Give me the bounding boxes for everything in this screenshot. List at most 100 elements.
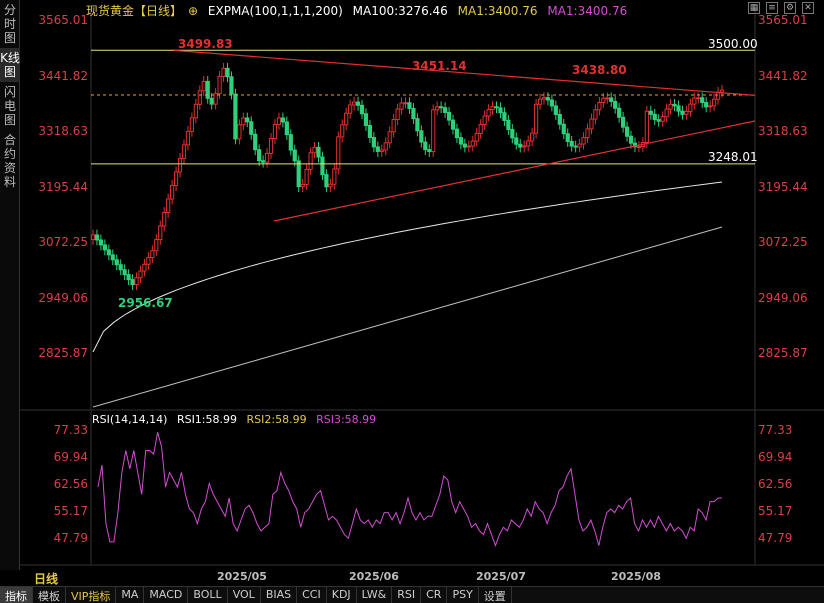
candle-body [431, 109, 436, 153]
expma-label: EXPMA(100,1,1,1,200) [207, 4, 343, 18]
candle-body [229, 76, 234, 95]
price-tick-left-6: 2825.87 [38, 346, 88, 360]
candle-body [209, 97, 214, 105]
high-label-3: 3438.80 [572, 63, 627, 77]
rsi-tick-right-3: 55.17 [758, 504, 793, 518]
candle-body [237, 124, 242, 140]
candle-body [340, 124, 345, 138]
indicator-tab-14[interactable]: 设置 [479, 587, 512, 603]
indicator-tab-2[interactable]: VIP指标 [66, 587, 117, 603]
indicator-tab-7[interactable]: BIAS [261, 587, 298, 603]
indicator-tab-5[interactable]: BOLL [188, 587, 228, 603]
candle-body [490, 106, 495, 111]
candle-body [367, 124, 373, 138]
candle-body [553, 105, 558, 115]
candle-body [411, 107, 416, 120]
candle-body [98, 239, 104, 246]
instrument-title[interactable]: 现货黄金【日线】 [86, 4, 182, 18]
candle-body [672, 103, 677, 107]
candle-body [704, 102, 709, 108]
candle-body [312, 146, 317, 154]
candle-body [684, 110, 689, 115]
candle-body [110, 254, 115, 261]
candle-body [399, 102, 404, 110]
candle-body [320, 156, 325, 176]
date-tick-3: 2025/08 [611, 570, 661, 583]
indicator-tab-9[interactable]: KDJ [327, 587, 357, 603]
ma-line-gray [92, 226, 723, 408]
candle-body [261, 160, 266, 163]
candle-body [134, 277, 139, 286]
price-tick-right-4: 3072.25 [758, 235, 808, 249]
candle-body [177, 157, 183, 173]
candle-body [197, 90, 202, 105]
indicator-tab-1[interactable]: 模板 [33, 587, 66, 603]
price-tick-left-4: 3072.25 [38, 235, 88, 249]
rsi-tick-left-0: 77.33 [53, 423, 88, 437]
candle-body [462, 143, 467, 148]
period-label[interactable]: 日线 [34, 570, 58, 587]
indicator-tab-10[interactable]: LW& [357, 587, 393, 603]
add-icon[interactable]: ⊕ [188, 4, 198, 18]
candle-body [371, 136, 376, 148]
candle-body [719, 89, 725, 93]
candle-body [545, 97, 551, 101]
indicator-tab-4[interactable]: MACD [144, 587, 189, 603]
ma1-label-gold: MA1:3400.76 [457, 4, 538, 18]
candle-body [660, 116, 665, 122]
candle-body [130, 279, 135, 286]
candle-body [609, 97, 614, 102]
candle-body [518, 143, 523, 148]
candle-body [201, 80, 206, 92]
candle-body [154, 239, 159, 252]
candle-body [569, 140, 574, 147]
candle-body [419, 130, 424, 143]
indicator-tab-6[interactable]: VOL [228, 587, 261, 603]
candle-body [225, 67, 230, 78]
candle-body [122, 269, 127, 276]
chart-canvas [20, 8, 824, 566]
candle-body [249, 121, 254, 135]
indicator-tab-0[interactable]: 指标 [0, 587, 33, 603]
candle-body [170, 184, 175, 200]
candle-body [173, 171, 179, 186]
candle-body [415, 118, 420, 132]
candle-body [363, 113, 369, 126]
low-label-1: 2956.67 [118, 296, 173, 310]
rsi-tick-left-2: 62.56 [53, 477, 88, 491]
indicator-tab-13[interactable]: PSY [447, 587, 479, 603]
candle-body [268, 138, 274, 154]
candle-body [526, 140, 531, 147]
candle-body [90, 234, 96, 241]
price-tick-right-0: 3565.01 [758, 13, 808, 27]
chart-header: 现货黄金【日线】 ⊕ EXPMA(100,1,1,1,200) MA100:327… [86, 2, 633, 18]
price-tick-right-6: 2825.87 [758, 346, 808, 360]
candle-body [498, 107, 503, 114]
candle-body [351, 101, 357, 106]
candle-body [636, 146, 642, 149]
indicator-tab-3[interactable]: MA [116, 587, 145, 603]
candle-body [601, 97, 606, 103]
candle-body [427, 149, 432, 153]
price-tick-left-0: 3565.01 [38, 13, 88, 27]
rsi-tick-right-2: 62.56 [758, 477, 793, 491]
candle-body [664, 108, 669, 118]
high-label-2: 3451.14 [412, 59, 467, 73]
indicator-tab-12[interactable]: CR [421, 587, 448, 603]
date-tick-1: 2025/06 [349, 570, 399, 583]
indicator-tab-8[interactable]: CCI [297, 587, 327, 603]
candle-body [656, 119, 661, 122]
candle-body [264, 152, 270, 163]
candle-body [711, 98, 717, 107]
candle-body [395, 108, 400, 121]
candle-body [241, 117, 246, 126]
rsi-label: RSI(14,14,14) [92, 413, 168, 426]
candle-body [652, 113, 657, 121]
candle-body [150, 250, 155, 259]
candle-body [221, 67, 226, 77]
candle-body [486, 109, 491, 117]
candle-body [541, 97, 547, 100]
date-tick-2: 2025/07 [476, 570, 526, 583]
indicator-tab-11[interactable]: RSI [392, 587, 422, 603]
bottom-bar: 日线 2025/05 2025/06 2025/07 2025/08 指标 模板 VIP指… [0, 570, 824, 603]
